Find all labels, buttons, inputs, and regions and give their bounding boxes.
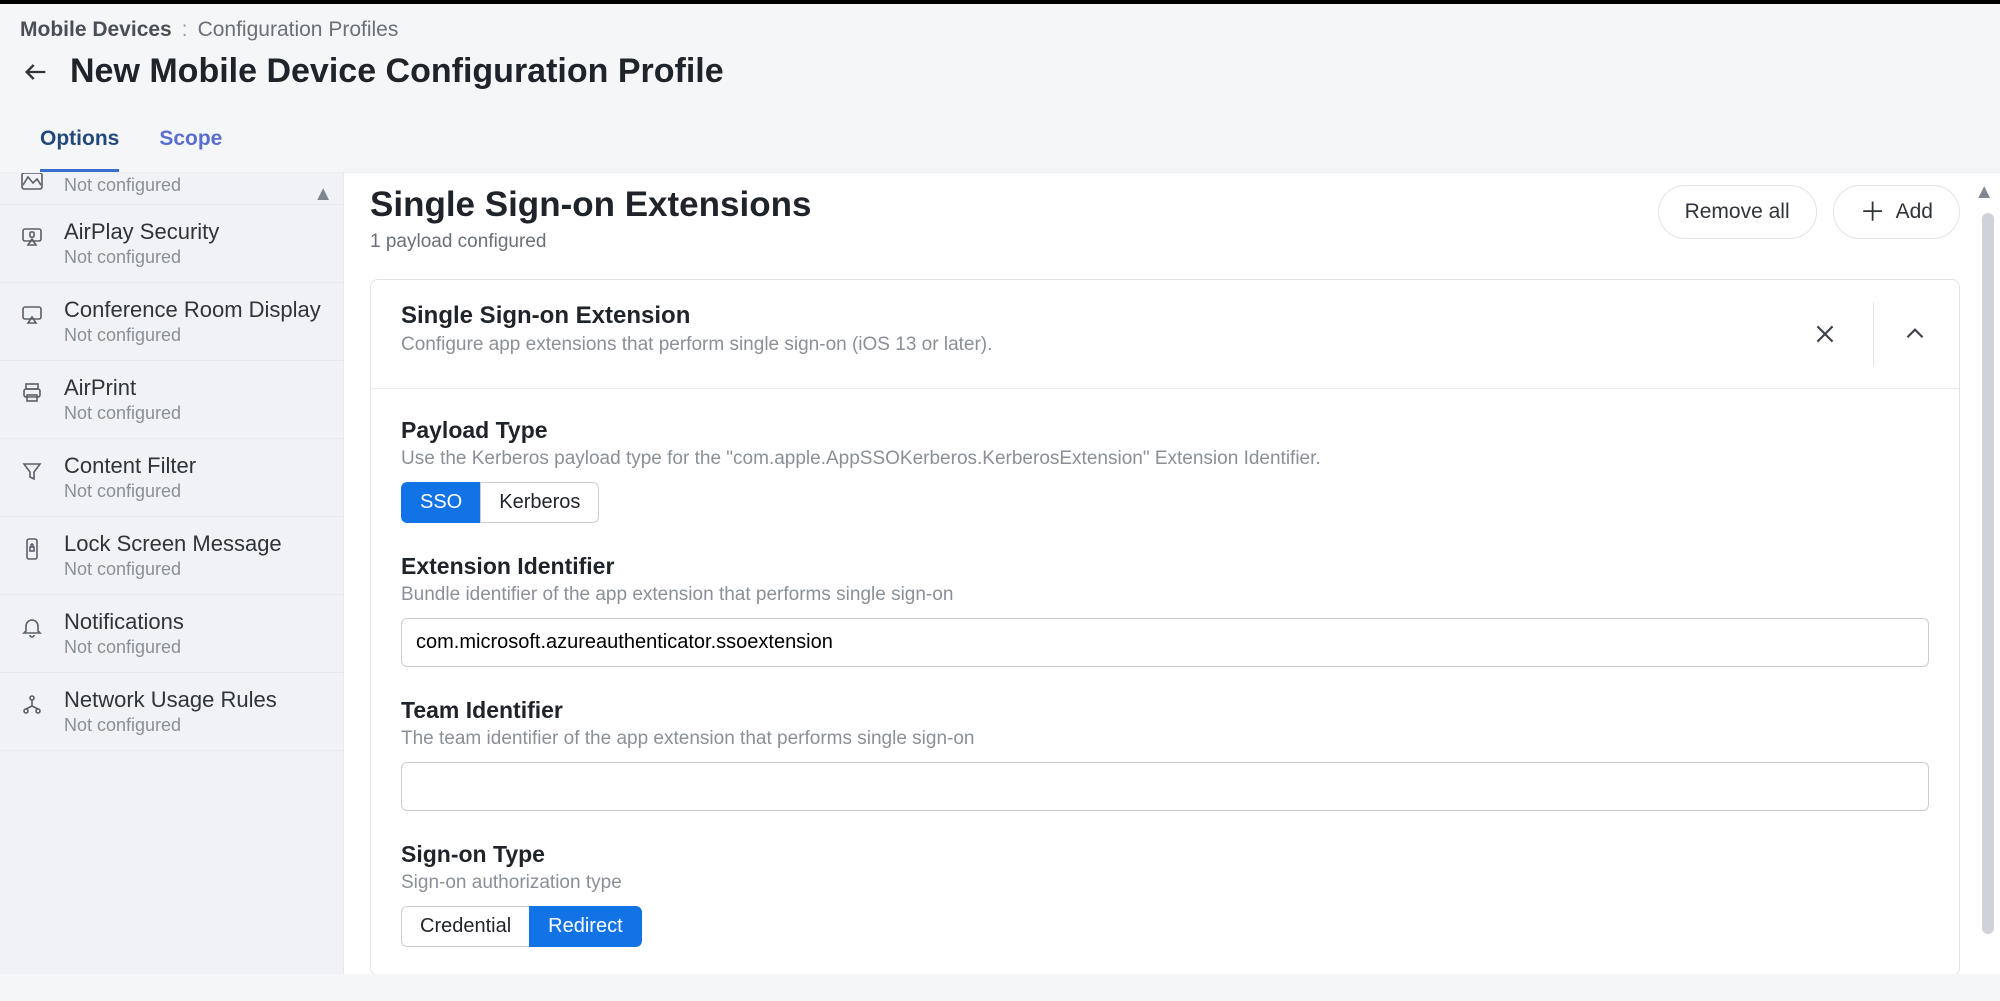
sidebar-item-network-usage[interactable]: Network Usage Rules Not configured — [0, 673, 343, 751]
filter-icon — [18, 457, 46, 485]
signon-type-redirect[interactable]: Redirect — [529, 906, 641, 947]
card-body: Payload Type Use the Kerberos payload ty… — [371, 389, 1959, 974]
sidebar-item-label: AirPrint — [64, 375, 325, 401]
page-title: New Mobile Device Configuration Profile — [70, 52, 724, 91]
card-header: Single Sign-on Extension Configure app e… — [371, 280, 1959, 389]
add-button[interactable]: ＋ Add — [1833, 185, 1960, 239]
network-icon — [18, 691, 46, 719]
scroll-up-icon[interactable]: ▲ — [313, 183, 333, 206]
breadcrumb-section[interactable]: Mobile Devices — [20, 18, 172, 42]
sidebar-item-label: AirPlay Security — [64, 219, 325, 245]
section-subtitle: 1 payload configured — [370, 231, 811, 253]
chevron-up-icon[interactable] — [1873, 302, 1929, 366]
payload-type-label: Payload Type — [401, 417, 1929, 444]
add-label: Add — [1896, 200, 1933, 224]
payload-type-sso[interactable]: SSO — [401, 482, 480, 523]
card-title: Single Sign-on Extension — [401, 302, 992, 330]
header: Mobile Devices : Configuration Profiles … — [0, 4, 2000, 103]
sidebar-item-sub: Not configured — [64, 175, 325, 196]
sidebar-item-label: Conference Room Display — [64, 297, 325, 323]
sidebar-item-notifications[interactable]: Notifications Not configured — [0, 595, 343, 673]
signon-type-label: Sign-on Type — [401, 841, 1929, 868]
sidebar-item-label: Content Filter — [64, 453, 325, 479]
breadcrumb-page[interactable]: Configuration Profiles — [198, 18, 399, 42]
payload-type-segmented: SSO Kerberos — [401, 482, 599, 523]
sidebar-item-sub: Not configured — [64, 403, 325, 424]
team-id-input[interactable] — [401, 762, 1929, 811]
bell-icon — [18, 613, 46, 641]
ext-id-desc: Bundle identifier of the app extension t… — [401, 584, 1929, 606]
ext-id-label: Extension Identifier — [401, 553, 1929, 580]
sidebar-item-airplay-security[interactable]: AirPlay Security Not configured — [0, 205, 343, 283]
scroll-up-icon[interactable]: ▲ — [1974, 181, 1994, 204]
sidebar-item-airprint[interactable]: AirPrint Not configured — [0, 361, 343, 439]
scrollbar[interactable] — [1982, 213, 1994, 934]
sidebar-item-content-filter[interactable]: Content Filter Not configured — [0, 439, 343, 517]
remove-all-button[interactable]: Remove all — [1658, 185, 1817, 239]
sidebar-item-sub: Not configured — [64, 637, 325, 658]
sidebar-item-sub: Not configured — [64, 715, 325, 736]
display-icon — [18, 301, 46, 329]
tab-options[interactable]: Options — [40, 103, 119, 172]
tab-scope[interactable]: Scope — [159, 103, 222, 172]
airplay-security-icon — [18, 223, 46, 251]
content-header: Single Sign-on Extensions 1 payload conf… — [370, 185, 1960, 253]
sidebar-item-label: Network Usage Rules — [64, 687, 325, 713]
phone-lock-icon — [18, 535, 46, 563]
payload-type-kerberos[interactable]: Kerberos — [480, 482, 599, 523]
back-arrow-icon[interactable] — [20, 58, 52, 86]
field-payload-type: Payload Type Use the Kerberos payload ty… — [401, 417, 1929, 523]
printer-icon — [18, 379, 46, 407]
sidebar-item-sub: Not configured — [64, 559, 325, 580]
remove-all-label: Remove all — [1685, 200, 1790, 224]
sidebar-item-sub: Not configured — [64, 325, 325, 346]
team-id-label: Team Identifier — [401, 697, 1929, 724]
breadcrumb: Mobile Devices : Configuration Profiles — [20, 18, 1980, 42]
card-desc: Configure app extensions that perform si… — [401, 334, 992, 356]
signon-type-desc: Sign-on authorization type — [401, 872, 1929, 894]
ext-id-input[interactable] — [401, 618, 1929, 667]
sidebar-item-sub: Not configured — [64, 247, 325, 268]
close-icon[interactable] — [1797, 312, 1853, 356]
payload-card: Single Sign-on Extension Configure app e… — [370, 279, 1960, 974]
content: ▲ Single Sign-on Extensions 1 payload co… — [344, 173, 2000, 974]
payload-type-desc: Use the Kerberos payload type for the "c… — [401, 448, 1929, 470]
main: ▲ Not configured AirPlay Security Not co… — [0, 173, 2000, 974]
sidebar-item-conference-room[interactable]: Conference Room Display Not configured — [0, 283, 343, 361]
field-team-identifier: Team Identifier The team identifier of t… — [401, 697, 1929, 811]
sidebar-item-sub: Not configured — [64, 481, 325, 502]
field-signon-type: Sign-on Type Sign-on authorization type … — [401, 841, 1929, 947]
sidebar-item-label: Lock Screen Message — [64, 531, 325, 557]
generic-icon — [18, 173, 46, 195]
section-title: Single Sign-on Extensions — [370, 185, 811, 225]
tabs-bar: Options Scope — [0, 103, 2000, 173]
breadcrumb-sep: : — [182, 18, 188, 42]
sidebar-item-partial[interactable]: Not configured — [0, 173, 343, 205]
team-id-desc: The team identifier of the app extension… — [401, 728, 1929, 750]
sidebar-item-lock-screen[interactable]: Lock Screen Message Not configured — [0, 517, 343, 595]
signon-type-credential[interactable]: Credential — [401, 906, 529, 947]
sidebar[interactable]: ▲ Not configured AirPlay Security Not co… — [0, 173, 344, 974]
field-extension-identifier: Extension Identifier Bundle identifier o… — [401, 553, 1929, 667]
signon-type-segmented: Credential Redirect — [401, 906, 642, 947]
sidebar-item-label: Notifications — [64, 609, 325, 635]
